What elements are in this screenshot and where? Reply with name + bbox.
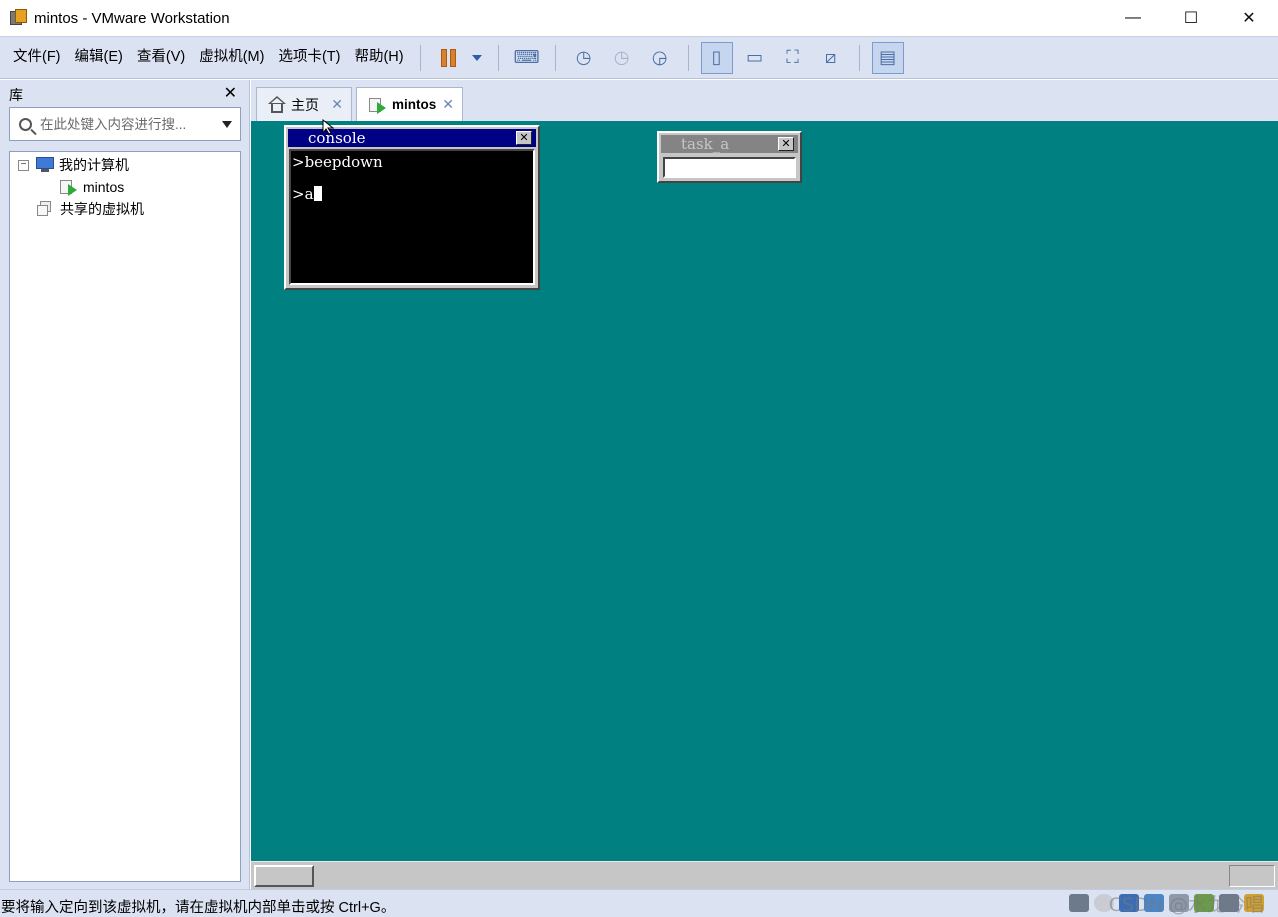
vm-running-icon <box>58 178 78 196</box>
vm-running-icon <box>367 96 387 114</box>
show-library-button[interactable]: ▯ <box>700 41 733 74</box>
toolbar-separator <box>687 44 689 71</box>
console-output[interactable]: >beepdown >a <box>289 149 535 285</box>
maximize-button[interactable]: ☐ <box>1162 0 1220 36</box>
collapse-icon[interactable]: − <box>18 159 29 171</box>
guest-tray-area <box>1229 865 1275 887</box>
home-icon <box>267 95 287 114</box>
library-panel-icon: ▯ <box>711 47 722 67</box>
toolbar-separator <box>419 44 421 71</box>
console-view-button[interactable]: ▤ <box>871 41 904 74</box>
console-line-2-text: >a <box>292 185 314 203</box>
pause-icon <box>441 48 457 67</box>
pause-button[interactable] <box>433 42 465 74</box>
window-titlebar: mintos - VMware Workstation — ☐ ✕ <box>0 0 1278 36</box>
toolbar-separator <box>858 44 860 71</box>
tab-mintos-close-icon[interactable]: ✕ <box>442 96 454 113</box>
revert-snapshot-button[interactable]: ◷ <box>606 42 638 74</box>
task-a-title: task_a <box>681 135 730 153</box>
fullscreen-button[interactable]: ⛶ <box>777 42 809 74</box>
search-icon <box>10 117 40 131</box>
console-line-1: >beepdown <box>292 153 383 171</box>
tree-item-my-computer[interactable]: − 我的计算机 <box>18 155 129 175</box>
thumbnail-bar-icon: ▭ <box>746 47 764 67</box>
task-a-textbox[interactable] <box>663 157 796 178</box>
library-close-icon[interactable]: ✕ <box>224 83 237 103</box>
tab-home[interactable]: 主页 ✕ <box>256 87 352 121</box>
library-search-box <box>9 107 241 141</box>
menu-toolbar: 文件(F) 编辑(E) 查看(V) 虚拟机(M) 选项卡(T) 帮助(H) ⌨ … <box>0 36 1278 79</box>
console-line-2: >a <box>292 185 322 203</box>
tab-home-label: 主页 <box>291 96 319 113</box>
mouse-pointer-icon <box>322 119 335 135</box>
tab-mintos[interactable]: mintos ✕ <box>356 87 463 121</box>
chevron-down-icon <box>471 54 482 61</box>
tree-item-mintos[interactable]: mintos <box>58 177 124 197</box>
toolbar-separator <box>554 44 556 71</box>
console-view-icon: ▤ <box>879 47 897 67</box>
tab-strip: 主页 ✕ mintos ✕ <box>251 80 1278 121</box>
menu-help[interactable]: 帮助(H) <box>347 36 410 79</box>
vmware-app-icon <box>10 9 28 27</box>
console-close-icon[interactable]: ✕ <box>516 131 532 145</box>
task-a-close-icon[interactable]: ✕ <box>778 137 794 151</box>
take-snapshot-button[interactable]: ◷ <box>568 42 600 74</box>
library-tree: − 我的计算机 mintos 共享的虚拟机 <box>9 151 241 882</box>
keyboard-icon: ⌨ <box>513 47 540 67</box>
tree-label-my-computer: 我的计算机 <box>59 157 129 173</box>
snapshot-manager-button[interactable]: ◶ <box>644 42 676 74</box>
unity-button[interactable]: ⧄ <box>815 42 847 74</box>
fullscreen-icon: ⛶ <box>786 47 799 67</box>
status-message: 要将输入定向到该虚拟机，请在虚拟机内部单击或按 Ctrl+G。 <box>1 900 396 916</box>
vm-guest-screen[interactable]: console ✕ >beepdown >a task_a ✕ <box>251 119 1278 861</box>
library-title: 库 <box>9 87 23 103</box>
task-a-titlebar[interactable]: task_a ✕ <box>661 135 798 153</box>
close-button[interactable]: ✕ <box>1220 0 1278 36</box>
show-thumbnail-button[interactable]: ▭ <box>739 42 771 74</box>
snapshot-revert-icon: ◷ <box>613 47 630 67</box>
shared-vm-icon <box>36 200 56 218</box>
search-dropdown-icon[interactable] <box>222 121 232 128</box>
status-bar: 要将输入定向到该虚拟机，请在虚拟机内部单击或按 Ctrl+G。 CSDN @水龙… <box>0 889 1278 917</box>
computer-icon <box>35 157 55 173</box>
snapshot-manager-icon: ◶ <box>651 47 668 67</box>
guest-console-window[interactable]: console ✕ >beepdown >a <box>284 125 540 290</box>
tab-mintos-label: mintos <box>392 97 437 112</box>
menu-view[interactable]: 查看(V) <box>130 36 192 79</box>
snapshot-clock-icon: ◷ <box>575 47 592 67</box>
window-title: mintos - VMware Workstation <box>34 9 230 27</box>
tree-label-shared: 共享的虚拟机 <box>60 201 144 217</box>
csdn-watermark: CSDN @水龙吟唱 <box>1108 894 1264 916</box>
menu-file[interactable]: 文件(F) <box>6 36 68 79</box>
send-ctrl-alt-del-button[interactable]: ⌨ <box>511 42 543 74</box>
tree-label-mintos: mintos <box>83 179 125 195</box>
guest-taskbar <box>251 861 1278 889</box>
library-panel: 库 ✕ − 我的计算机 mintos 共享的虚拟机 <box>0 80 250 889</box>
text-cursor <box>313 186 322 201</box>
power-dropdown-button[interactable] <box>468 42 486 74</box>
minimize-button[interactable]: — <box>1104 0 1162 36</box>
tab-home-close-icon[interactable]: ✕ <box>331 96 343 113</box>
guest-start-button[interactable] <box>254 865 314 887</box>
toolbar-separator <box>497 44 499 71</box>
menu-edit[interactable]: 编辑(E) <box>68 36 130 79</box>
library-search-input[interactable] <box>40 116 210 132</box>
guest-task-a-window[interactable]: task_a ✕ <box>657 131 802 183</box>
hard-disk-icon[interactable] <box>1069 894 1089 912</box>
menu-vm[interactable]: 虚拟机(M) <box>192 36 271 79</box>
menu-tabs[interactable]: 选项卡(T) <box>271 36 347 79</box>
tree-item-shared-vms[interactable]: 共享的虚拟机 <box>36 199 144 219</box>
unity-icon: ⧄ <box>824 47 837 67</box>
